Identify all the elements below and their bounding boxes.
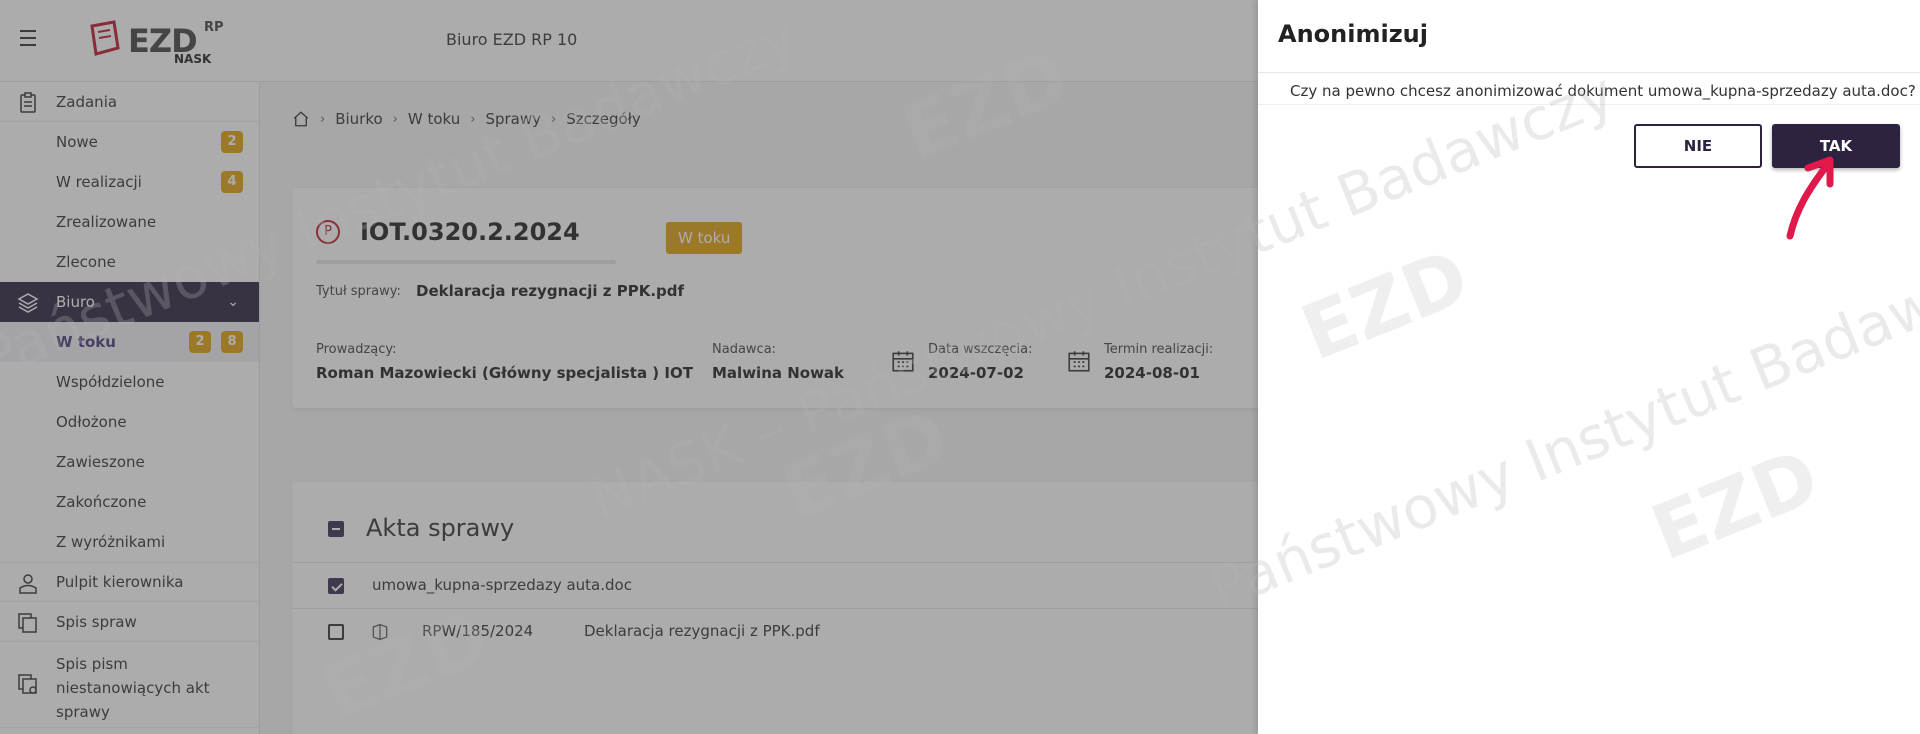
divider	[1258, 72, 1920, 73]
dialog-message: Czy na pewno chcesz anonimizować dokumen…	[1290, 82, 1916, 100]
modal-backdrop[interactable]	[0, 0, 1258, 734]
anonymize-dialog: Anonimizuj Czy na pewno chcesz anonimizo…	[1258, 0, 1920, 734]
pointer-arrow-icon	[1786, 156, 1834, 240]
dialog-title: Anonimizuj	[1278, 20, 1428, 48]
divider	[1258, 104, 1920, 105]
no-button[interactable]: NIE	[1634, 124, 1762, 168]
